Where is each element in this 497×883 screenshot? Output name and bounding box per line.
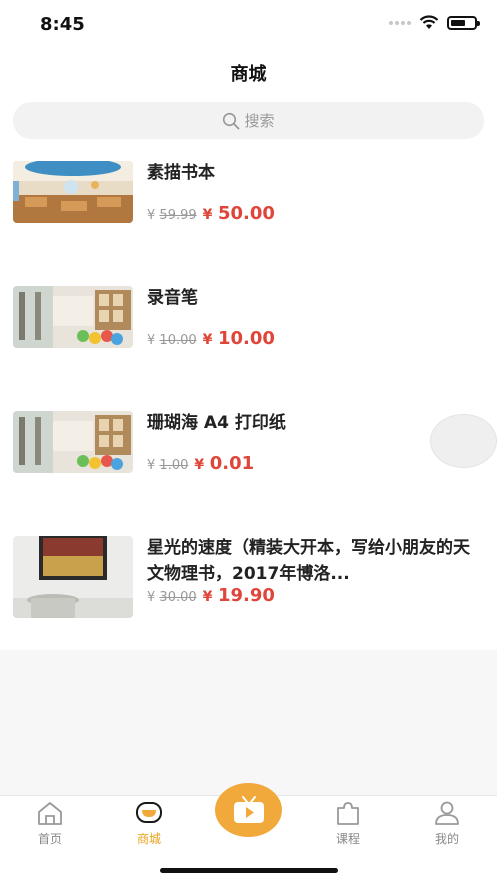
tab-label: 课程 xyxy=(335,832,360,846)
product-item[interactable]: 星光的速度（精装大开本，写给小朋友的天文物理书，2017年博洛... ¥ 30.… xyxy=(0,523,497,648)
product-title: 珊瑚海 A4 打印纸 xyxy=(147,413,286,433)
floating-button[interactable] xyxy=(430,414,497,468)
original-price: ¥ 1.00 xyxy=(147,458,189,473)
product-item[interactable]: 珊瑚海 A4 打印纸 ¥ 1.00 ¥ 0.01 xyxy=(0,398,497,523)
battery-icon xyxy=(447,15,480,30)
product-title: 素描书本 xyxy=(147,163,215,183)
status-icons xyxy=(389,15,480,30)
search-area: 搜索 xyxy=(0,98,497,148)
search-placeholder: 搜索 xyxy=(244,112,275,130)
product-title: 录音笔 xyxy=(147,288,198,308)
wifi-icon xyxy=(419,15,439,29)
original-price: ¥ 30.00 xyxy=(147,590,197,605)
user-icon xyxy=(435,801,459,825)
puzzle-icon xyxy=(337,802,359,825)
product-item[interactable]: 素描书本 ¥ 59.99 ¥ 50.00 xyxy=(0,148,497,273)
product-list: 素描书本 ¥ 59.99 ¥ 50.00 录音笔 ¥ 10.00 ¥ 10.00… xyxy=(0,148,497,650)
tab-home[interactable]: 首页 xyxy=(0,800,100,847)
price-row: ¥ 10.00 ¥ 10.00 xyxy=(147,328,275,349)
tab-label: 首页 xyxy=(37,832,62,846)
product-title: 星光的速度（精装大开本，写给小朋友的天文物理书，2017年博洛... xyxy=(147,538,470,584)
tab-shop[interactable]: 商城 xyxy=(99,800,199,847)
sale-price: ¥ 0.01 xyxy=(194,453,255,474)
product-image xyxy=(13,161,133,223)
tab-video[interactable] xyxy=(215,783,282,837)
nav-bar: 商城 xyxy=(0,50,497,98)
search-icon xyxy=(223,112,240,129)
tab-course[interactable]: 课程 xyxy=(298,800,398,847)
status-time: 8:45 xyxy=(40,14,85,35)
tv-icon xyxy=(233,796,264,823)
status-bar: 8:45 xyxy=(0,0,497,50)
sale-price: ¥ 10.00 xyxy=(202,328,275,349)
shop-icon xyxy=(136,802,162,823)
signal-icon xyxy=(389,20,411,25)
product-item[interactable]: 录音笔 ¥ 10.00 ¥ 10.00 xyxy=(0,273,497,398)
sale-price: ¥ 50.00 xyxy=(202,203,275,224)
page-title: 商城 xyxy=(230,64,267,85)
price-row: ¥ 59.99 ¥ 50.00 xyxy=(147,203,275,224)
original-price: ¥ 10.00 xyxy=(147,333,197,348)
home-icon xyxy=(38,802,62,825)
tab-label: 我的 xyxy=(434,832,459,846)
product-image xyxy=(13,536,133,618)
search-input[interactable]: 搜索 xyxy=(13,102,484,139)
original-price: ¥ 59.99 xyxy=(147,208,197,223)
sale-price: ¥ 19.90 xyxy=(202,585,275,606)
home-indicator xyxy=(160,868,338,873)
price-row: ¥ 1.00 ¥ 0.01 xyxy=(147,453,254,474)
product-image xyxy=(13,411,133,473)
product-image xyxy=(13,286,133,348)
tab-mine[interactable]: 我的 xyxy=(397,800,497,847)
price-row: ¥ 30.00 ¥ 19.90 xyxy=(147,585,275,606)
tab-label: 商城 xyxy=(136,832,161,846)
